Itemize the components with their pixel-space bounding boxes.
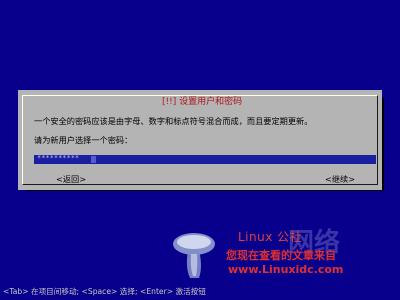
keyboard-help-bar: <Tab> 在项目间移动; <Space> 选择; <Enter> 激活按钮: [3, 287, 206, 296]
watermark: 网络 Linux 公社 您现在查看的文章来自 www.Linuxidc.com: [168, 224, 400, 282]
mushroom-logo-icon: [173, 233, 215, 278]
password-input[interactable]: **********: [34, 155, 376, 164]
password-dialog: [!!] 设置用户和密码 一个安全的密码应该是由字母、数字和标点符号混合而成，而…: [18, 90, 382, 190]
continue-button[interactable]: <继续>: [325, 174, 355, 185]
watermark-subtitle: 您现在查看的文章来自: [226, 249, 336, 262]
installer-screen: [!!] 设置用户和密码 一个安全的密码应该是由字母、数字和标点符号混合而成，而…: [0, 0, 400, 300]
text-cursor: [91, 156, 96, 163]
watermark-title: Linux 公社: [238, 230, 303, 244]
watermark-url: www.Linuxidc.com: [228, 263, 344, 276]
dialog-description: 一个安全的密码应该是由字母、数字和标点符号混合而成，而且要定期更新。: [34, 116, 313, 126]
password-prompt: 请为新用户选择一个密码：: [34, 135, 133, 145]
dialog-frame: [!!] 设置用户和密码 一个安全的密码应该是由字母、数字和标点符号混合而成，而…: [22, 95, 378, 185]
back-button[interactable]: <返回>: [56, 174, 86, 185]
password-masked-value: **********: [37, 155, 80, 162]
dialog-title: [!!] 设置用户和密码: [159, 96, 246, 108]
